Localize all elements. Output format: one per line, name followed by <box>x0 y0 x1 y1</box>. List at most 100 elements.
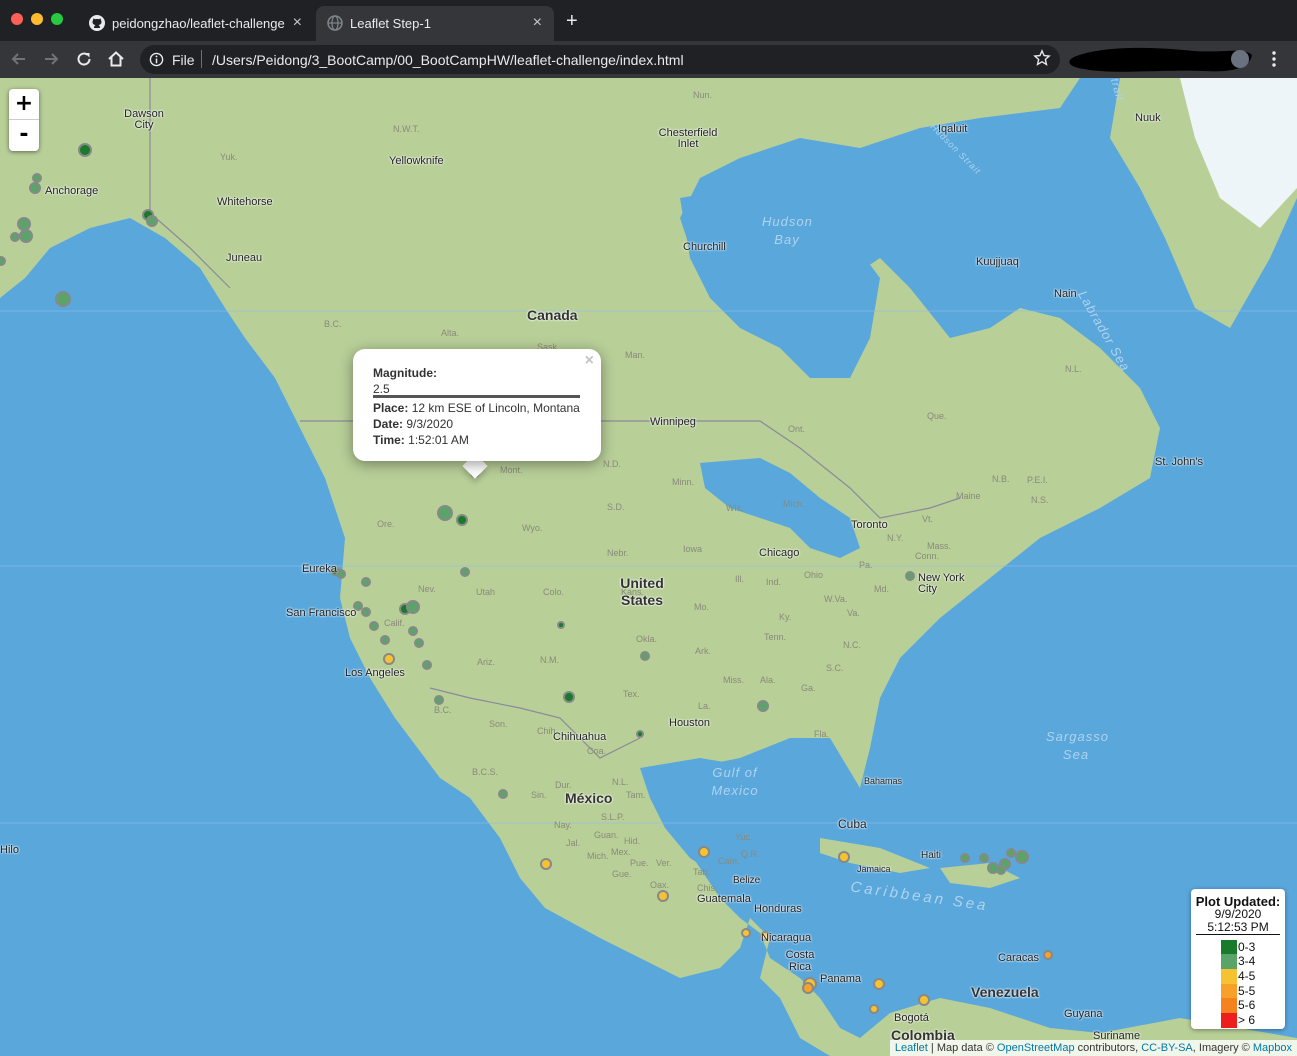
label-hid: Hid. <box>624 836 641 846</box>
zoom-out-button[interactable]: - <box>9 120 39 150</box>
quake-marker <box>380 635 390 645</box>
label-ns: N.S. <box>1031 495 1049 505</box>
label-gulf-of-mexico: Gulf of Mexico <box>711 765 759 798</box>
label-toronto: Toronto <box>851 519 888 531</box>
tab-leaflet-step-1[interactable]: Leaflet Step-1 × <box>316 6 554 41</box>
bookmark-star-icon[interactable] <box>1033 49 1051 67</box>
label-va: Va. <box>847 608 860 618</box>
leaflet-link[interactable]: Leaflet <box>895 1042 928 1054</box>
label-hilo: Hilo <box>0 844 19 856</box>
label-la: La. <box>698 701 711 711</box>
quake-marker <box>32 173 42 183</box>
label-yellowknife: Yellowknife <box>389 155 444 167</box>
legend-label: 5-5 <box>1238 984 1256 998</box>
label-houston: Houston <box>669 717 710 729</box>
quake-marker <box>19 229 33 243</box>
attribution-text: , Imagery © <box>1192 1042 1253 1054</box>
quake-marker <box>698 846 710 858</box>
label-oax: Oax. <box>650 880 670 890</box>
label-slp: S.L.P. <box>601 812 625 822</box>
label-new-york-city: New York City <box>918 572 965 595</box>
window-maximize-button[interactable] <box>51 13 63 25</box>
window-close-button[interactable] <box>11 13 23 25</box>
osm-link[interactable]: OpenStreetMap <box>997 1042 1075 1054</box>
label-guatemala: Guatemala <box>697 893 751 905</box>
forward-arrow-icon[interactable] <box>41 49 61 69</box>
label-wis: Wis. <box>726 503 744 513</box>
leaflet-map[interactable]: Dawson City Anchorage Whitehorse Juneau … <box>0 78 1297 1056</box>
legend-label: > 6 <box>1238 1013 1256 1027</box>
label-dawson-city: Dawson City <box>124 108 164 131</box>
quake-marker <box>540 858 552 870</box>
zoom-in-button[interactable]: + <box>9 89 39 120</box>
label-ala: Ala. <box>760 675 776 685</box>
label-yuc: Yuc. <box>735 832 753 842</box>
label-iowa: Iowa <box>683 544 703 554</box>
label-nun: Nun. <box>693 90 713 100</box>
label-nebr: Nebr. <box>607 548 629 558</box>
more-menu-icon[interactable] <box>1266 49 1282 69</box>
quake-marker <box>361 607 371 617</box>
popup-time: Time: 1:52:01 AM <box>373 433 469 447</box>
popup-close-button[interactable]: × <box>585 352 594 370</box>
label-nl: N.L. <box>1065 364 1082 374</box>
info-icon[interactable] <box>149 52 164 67</box>
mapbox-link[interactable]: Mapbox <box>1253 1042 1292 1054</box>
quake-marker <box>640 651 650 661</box>
label-gto: Guan. <box>594 830 619 840</box>
quake-marker <box>1043 950 1053 960</box>
tab-close-button[interactable]: × <box>533 14 542 32</box>
new-tab-button[interactable]: + <box>566 11 578 31</box>
home-icon[interactable] <box>106 49 126 69</box>
label-okla: Okla. <box>636 634 658 644</box>
label-camp: Cam. <box>718 856 740 866</box>
label-coa: Coa. <box>587 746 607 756</box>
label-cuba: Cuba <box>838 817 867 831</box>
quake-marker <box>434 695 444 705</box>
quake-marker <box>869 1004 879 1014</box>
back-arrow-icon[interactable] <box>9 49 29 69</box>
label-chis: Chis. <box>697 883 718 893</box>
quake-marker <box>17 217 31 231</box>
label-que: Que. <box>927 411 947 421</box>
url-text[interactable]: /Users/Peidong/3_BootCamp/00_BootCampHW/… <box>212 52 684 68</box>
label-jal: Jal. <box>566 838 581 848</box>
redacted-extensions <box>1069 47 1252 72</box>
label-fla: Fla. <box>814 729 830 739</box>
quake-marker <box>383 653 395 665</box>
quake-marker <box>29 182 41 194</box>
label-ariz: Ariz. <box>477 657 495 667</box>
quake-marker <box>838 851 850 863</box>
address-bar[interactable]: File /Users/Peidong/3_BootCamp/00_BootCa… <box>140 45 1060 74</box>
browser-toolbar: File /Users/Peidong/3_BootCamp/00_BootCa… <box>0 41 1297 78</box>
quake-marker <box>905 571 915 581</box>
window-minimize-button[interactable] <box>31 13 43 25</box>
popup-date: Date: 9/3/2020 <box>373 417 453 431</box>
label-costa-rica: Costa Rica <box>785 949 815 973</box>
tab-github[interactable]: peidongzhao/leaflet-challenge × <box>78 6 314 41</box>
label-mass: Mass. <box>927 541 952 551</box>
tab-close-button[interactable]: × <box>293 14 302 32</box>
label-kans: Kans. <box>621 587 645 597</box>
quake-marker <box>361 577 371 587</box>
legend-divider <box>1196 934 1280 935</box>
license-link[interactable]: CC-BY-SA <box>1141 1042 1193 1054</box>
popup-place-value: 12 km ESE of Lincoln, Montana <box>411 401 580 415</box>
popup-place: Place: 12 km ESE of Lincoln, Montana <box>373 401 580 415</box>
quake-marker <box>802 982 814 994</box>
legend-time: 5:12:53 PM <box>1207 920 1269 934</box>
label-alta: Alta. <box>441 328 460 338</box>
label-miss: Miss. <box>723 675 744 685</box>
reload-icon[interactable] <box>74 49 94 69</box>
quake-marker <box>960 853 970 863</box>
label-md: Md. <box>874 584 890 594</box>
label-pei: P.E.I. <box>1027 475 1048 485</box>
label-mich: Mich. <box>783 499 805 509</box>
label-bc-mx: B.C. <box>434 705 452 715</box>
map-tiles[interactable] <box>0 78 1297 1056</box>
attribution-text: | Map data © <box>927 1042 997 1054</box>
label-churchill: Churchill <box>683 241 726 253</box>
label-venezuela: Venezuela <box>971 984 1039 1000</box>
label-conn: Conn. <box>915 551 940 561</box>
label-mex: Mex. <box>611 847 631 857</box>
